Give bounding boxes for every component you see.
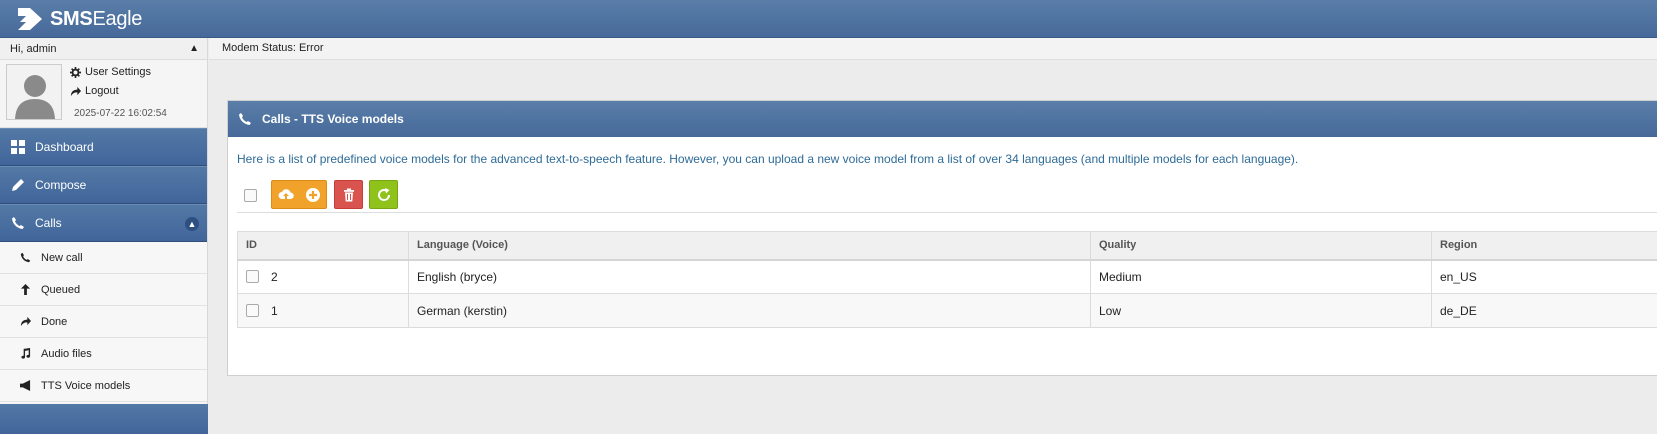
select-all-checkbox[interactable] [244,189,257,202]
language-cell: English (bryce) [408,259,1091,294]
greeting-text: Hi, admin [10,42,57,55]
music-icon [21,348,31,359]
refresh-icon [377,187,390,201]
plus-circle-icon [305,187,320,202]
add-voice-model-button[interactable] [305,187,321,203]
sidebar-subitem-label: TTS Voice models [41,379,131,392]
id-cell: 1 [237,293,409,328]
user-settings-link[interactable]: User Settings [70,66,151,78]
dashboard-icon [11,140,25,154]
share-arrow-icon [20,316,31,327]
sidebar-subitem-queued[interactable]: Queued [0,274,207,306]
language-cell: German (kerstin) [408,293,1091,328]
refresh-button[interactable] [369,180,398,209]
toolbar [244,180,1644,210]
sidebar-item-compose[interactable]: Compose [0,166,207,204]
logout-link[interactable]: Logout [70,85,119,97]
region-cell: en_US [1431,259,1657,294]
sidebar-item-dashboard[interactable]: Dashboard [0,128,207,166]
user-panel: User Settings Logout 2025-07-22 16:02:54 [0,60,207,128]
user-silhouette-icon [7,65,61,119]
sidebar-subitem-label: Audio files [41,347,92,360]
top-bar: SMS Eagle [0,0,1657,38]
sidebar-subitem-done[interactable]: Done [0,306,207,338]
trash-icon [343,188,354,201]
sidebar-subitem-tts-voice-models[interactable]: TTS Voice models [0,370,207,402]
quality-cell: Low [1090,293,1432,328]
tts-voice-models-panel: Calls - TTS Voice models Here is a list … [227,100,1657,376]
voice-models-table: ID Language (Voice) Quality Region 2 Eng… [237,231,1657,328]
avatar [6,64,62,120]
column-header-language[interactable]: Language (Voice) [408,231,1091,261]
pencil-icon [12,179,24,191]
row-checkbox[interactable] [246,304,259,317]
share-arrow-icon [70,86,81,96]
gear-icon [70,66,81,78]
sidebar-subitem-label: Done [41,315,68,328]
sidebar-subitem-new-call[interactable]: New call [0,242,207,274]
table-row[interactable]: 1 German (kerstin) Low de_DE [237,293,1657,328]
panel-title: Calls - TTS Voice models [262,112,404,126]
chevron-up-icon[interactable]: ▲ [185,217,199,231]
phone-icon [20,252,31,263]
quality-cell: Medium [1090,259,1432,294]
intro-text: Here is a list of predefined voice model… [237,152,1299,166]
table-header-row: ID Language (Voice) Quality Region [237,231,1657,261]
row-checkbox[interactable] [246,270,259,284]
sidebar-next-section[interactable] [0,404,208,434]
phone-icon [239,113,251,125]
user-settings-label: User Settings [85,66,152,78]
column-header-id[interactable]: ID [237,231,409,261]
brand-name-bold: SMS [50,7,93,30]
cloud-upload-icon [278,188,294,199]
sidebar-item-label: Dashboard [35,140,94,154]
upload-add-button-group [271,180,327,209]
id-cell: 2 [237,259,409,294]
row-id: 1 [271,303,278,318]
upload-voice-model-button[interactable] [278,187,294,203]
column-header-region[interactable]: Region [1431,231,1657,261]
sidebar-subitem-label: New call [41,251,83,264]
sidebar-subitem-label: Queued [41,283,81,296]
toolbar-divider [237,212,1657,213]
sidebar-subitem-audio-files[interactable]: Audio files [0,338,207,370]
panel-header: Calls - TTS Voice models [228,101,1657,137]
phone-icon [12,217,24,229]
modem-status-text: Modem Status: Error [222,42,324,54]
column-header-quality[interactable]: Quality [1090,231,1432,261]
user-greeting-bar[interactable]: Hi, admin ▲ [0,38,207,60]
region-cell: de_DE [1431,293,1657,328]
row-id: 2 [271,269,278,284]
megaphone-icon [20,380,31,391]
sidebar-item-calls[interactable]: Calls ▲ [0,204,207,242]
brand-logo[interactable]: SMS Eagle [16,6,142,32]
brand-name-regular: Eagle [92,7,143,30]
arrow-up-icon [20,284,31,295]
chevron-up-icon[interactable]: ▲ [189,43,199,54]
sidebar-item-label: Calls [35,216,62,230]
eagle-logo-icon [18,8,42,30]
sidebar-item-label: Compose [35,178,87,192]
delete-button[interactable] [334,180,363,209]
sidebar: Hi, admin ▲ User Settings Logout 2025-07… [0,38,208,434]
logout-label: Logout [85,85,119,97]
server-timestamp: 2025-07-22 16:02:54 [74,108,167,119]
modem-status-bar: Modem Status: Error [209,38,1657,60]
table-row[interactable]: 2 English (bryce) Medium en_US [237,259,1657,294]
